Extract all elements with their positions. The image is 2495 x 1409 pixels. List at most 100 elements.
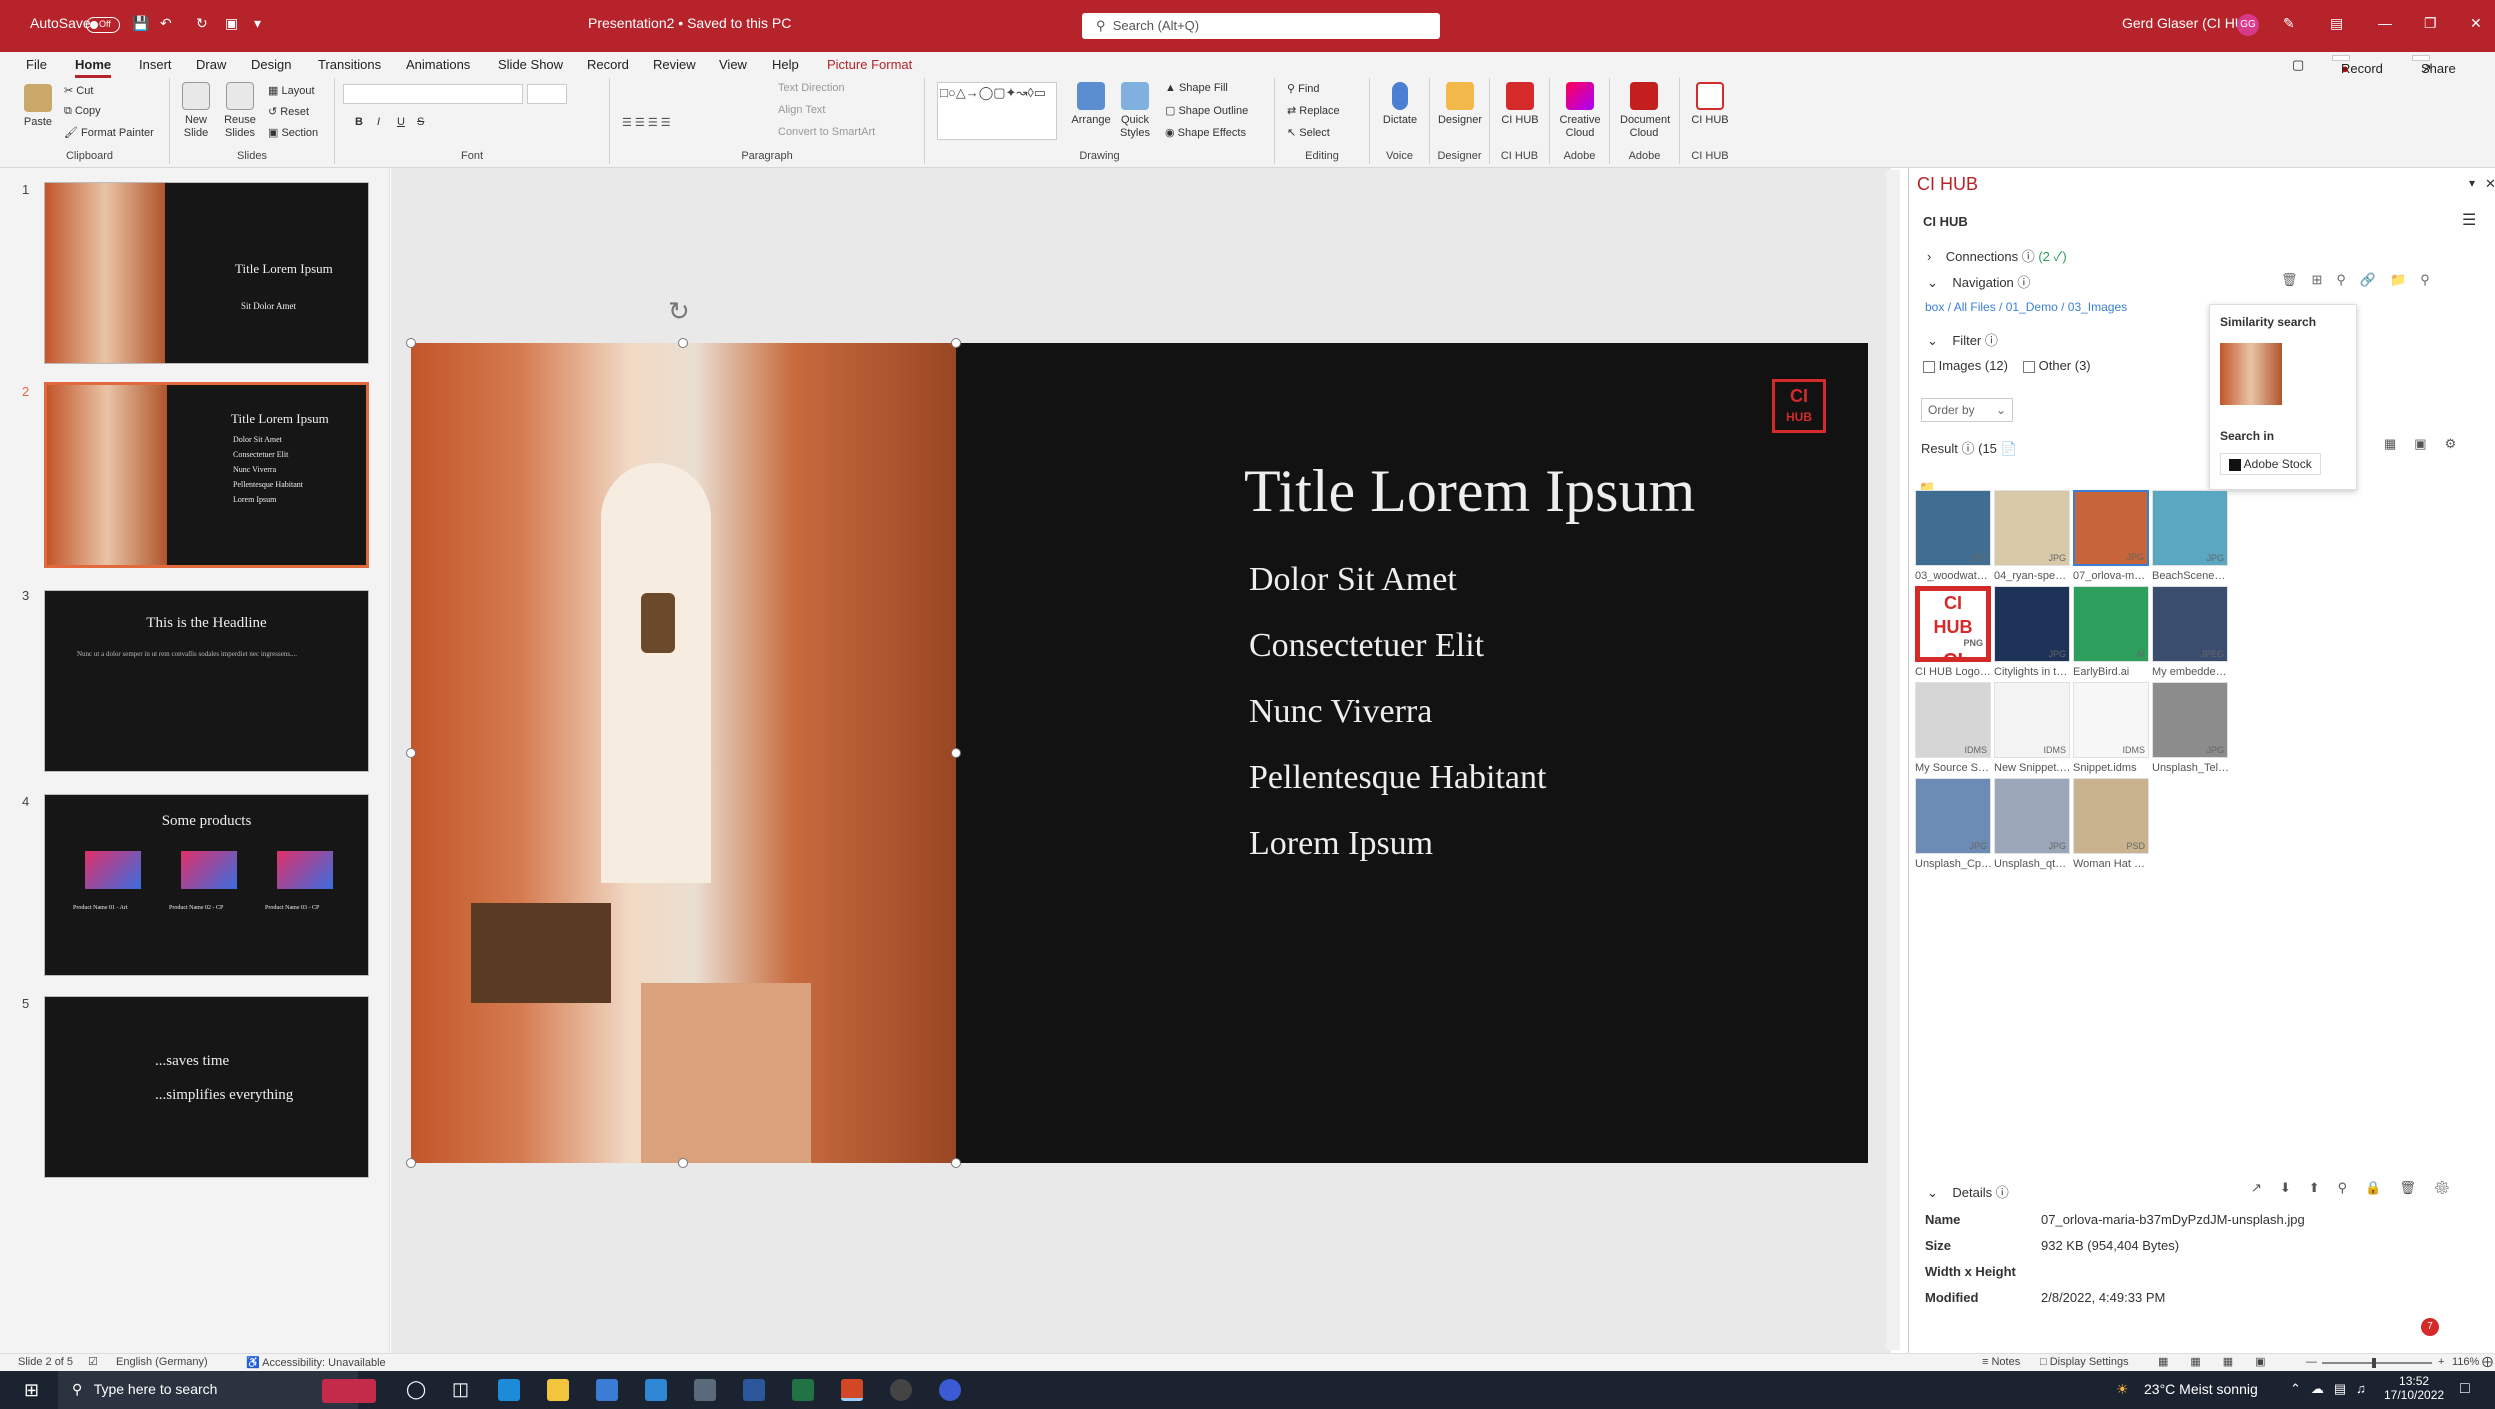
smartart-button[interactable]: Convert to SmartArt <box>778 126 875 138</box>
shapes-gallery[interactable]: □○△→◯▢✦↝◊▭ <box>937 82 1057 140</box>
align-icons[interactable]: ☰ ☰ ☰ ☰ <box>622 116 671 129</box>
shape-effects-button[interactable]: ◉ Shape Effects <box>1165 126 1246 139</box>
weather-text[interactable]: 23°C Meist sonnig <box>2144 1381 2258 1397</box>
fit-slide-icon[interactable]: ⨁ <box>2482 1355 2493 1368</box>
editor-scrollbar[interactable] <box>1886 170 1900 1350</box>
quick-styles-button[interactable]: Quick Styles <box>1111 82 1159 140</box>
tray-icons[interactable]: ⌃☁▤♫ <box>2290 1381 2376 1397</box>
store-icon[interactable] <box>596 1379 618 1401</box>
replace-button[interactable]: ⇄ Replace <box>1287 104 1340 117</box>
slide-thumbnail-4[interactable]: Some products Product Name 01 - Art Prod… <box>44 794 369 976</box>
tab-home[interactable]: Home <box>75 57 112 78</box>
text-direction-button[interactable]: Text Direction <box>778 82 845 94</box>
save-icon[interactable]: 💾 <box>132 15 149 32</box>
clock[interactable]: 13:52 17/10/2022 <box>2384 1374 2444 1402</box>
maximize-icon[interactable]: ❐ <box>2424 15 2437 32</box>
copy-button[interactable]: ⧉ Copy <box>64 105 101 118</box>
tab-animations[interactable]: Animations <box>406 57 470 72</box>
resize-handle[interactable] <box>406 1158 416 1168</box>
arrange-button[interactable]: Arrange <box>1067 82 1115 127</box>
tab-view[interactable]: View <box>719 57 747 72</box>
autosave-toggle[interactable]: Off <box>86 16 120 34</box>
font-size-select[interactable] <box>527 84 567 104</box>
panel-options-icon[interactable]: ▾ <box>2469 176 2475 190</box>
windows-start-icon[interactable]: ⊞ <box>24 1380 39 1401</box>
paste-button[interactable]: Paste <box>14 84 62 129</box>
shape-outline-button[interactable]: ▢ Shape Outline <box>1165 104 1248 117</box>
slide-bullet[interactable]: Lorem Ipsum <box>1249 825 1433 863</box>
tab-record[interactable]: Record <box>587 57 629 72</box>
resize-handle[interactable] <box>406 338 416 348</box>
cut-button[interactable]: ✂ Cut <box>64 84 93 97</box>
redo-icon[interactable]: ↻ <box>196 15 208 32</box>
tab-picture-format[interactable]: Picture Format <box>827 57 912 72</box>
tab-insert[interactable]: Insert <box>139 57 172 72</box>
cihub-taskbar-widget[interactable] <box>322 1379 376 1403</box>
tab-draw[interactable]: Draw <box>196 57 226 72</box>
slide-bullet[interactable]: Consectetuer Elit <box>1249 627 1484 665</box>
slide-bullet[interactable]: Pellentesque Habitant <box>1249 759 1546 797</box>
customize-qat-icon[interactable]: ▾ <box>254 15 261 32</box>
italic-button[interactable]: I <box>377 116 380 128</box>
slide-thumbnail-3[interactable]: This is the Headline Nunc ut a dolor sem… <box>44 590 369 772</box>
shape-fill-button[interactable]: ▲ Shape Fill <box>1165 82 1228 94</box>
navigation-row[interactable]: ⌄ Navigation ⓘ <box>1927 272 2030 291</box>
new-slide-button[interactable]: New Slide <box>172 82 220 140</box>
search-box[interactable]: ⚲ Search (Alt+Q) <box>1082 13 1440 39</box>
zoom-in-icon[interactable]: + <box>2438 1356 2444 1368</box>
chrome-icon[interactable] <box>890 1379 912 1401</box>
resize-handle[interactable] <box>406 748 416 758</box>
asset-tile[interactable]: JPG <box>1994 778 2070 854</box>
pen-icon[interactable]: ✎ <box>2283 15 2295 32</box>
mail-icon[interactable] <box>645 1379 667 1401</box>
underline-button[interactable]: U <box>397 116 405 128</box>
resize-handle[interactable] <box>951 338 961 348</box>
navigation-toolbar[interactable]: 🗑⊞⚲🔗📁⚲ <box>2281 272 2444 288</box>
find-button[interactable]: ⚲ Find <box>1287 82 1320 95</box>
creative-cloud-button[interactable]: Creative Cloud <box>1556 82 1604 140</box>
asset-tile[interactable]: JPG <box>1915 490 1991 566</box>
strikethrough-button[interactable]: S <box>417 116 424 128</box>
details-row[interactable]: ⌄ Details ⓘ <box>1927 1182 2009 1201</box>
asset-tile[interactable]: JPG <box>1994 586 2070 662</box>
notes-button[interactable]: ≡ Notes <box>1982 1356 2020 1368</box>
asset-tile[interactable]: JPG <box>2152 490 2228 566</box>
share-button[interactable]: ↗ Share <box>2412 55 2456 76</box>
rotate-handle-icon[interactable]: ↻ <box>668 296 690 327</box>
tab-file[interactable]: File <box>26 57 47 72</box>
asset-tile[interactable]: JPG <box>2073 490 2149 566</box>
cortana-icon[interactable]: ◯ <box>406 1379 426 1400</box>
designer-button[interactable]: Designer <box>1436 82 1484 127</box>
minimize-icon[interactable]: — <box>2378 15 2392 31</box>
asset-tile[interactable]: IDMS <box>2073 682 2149 758</box>
section-button[interactable]: ▣ Section <box>268 126 318 139</box>
asset-tile[interactable]: JPG <box>1994 490 2070 566</box>
record-button[interactable]: ● Record <box>2332 55 2383 76</box>
asset-tile[interactable]: JPG <box>1915 778 1991 854</box>
slide-thumbnail-2[interactable]: Title Lorem Ipsum Dolor Sit Amet Consect… <box>44 382 369 568</box>
layout-button[interactable]: ▦ Layout <box>268 84 315 97</box>
avatar[interactable]: GG <box>2237 14 2259 36</box>
resize-handle[interactable] <box>951 1158 961 1168</box>
asset-tile[interactable]: JPEG <box>2152 586 2228 662</box>
cihub-ribbon-button[interactable]: CI HUB <box>1496 82 1544 127</box>
document-cloud-button[interactable]: Document Cloud <box>1620 82 1670 140</box>
tab-help[interactable]: Help <box>772 57 799 72</box>
asset-tile[interactable]: IDMS <box>1994 682 2070 758</box>
comments-icon[interactable]: ▢ <box>2292 57 2304 73</box>
format-painter-button[interactable]: 🖌 Format Painter <box>64 126 154 139</box>
slide-bullet[interactable]: Dolor Sit Amet <box>1249 561 1457 599</box>
breadcrumb[interactable]: box / All Files / 01_Demo / 03_Images <box>1925 300 2127 314</box>
reset-button[interactable]: ↺ Reset <box>268 105 309 118</box>
resize-handle[interactable] <box>951 748 961 758</box>
align-text-button[interactable]: Align Text <box>778 104 826 116</box>
tab-design[interactable]: Design <box>251 57 291 72</box>
panel-close-icon[interactable]: ✕ <box>2485 176 2495 192</box>
notification-badge[interactable]: 7 <box>2421 1318 2439 1336</box>
resize-handle[interactable] <box>678 1158 688 1168</box>
word-icon[interactable] <box>743 1379 765 1401</box>
language[interactable]: English (Germany) <box>116 1356 208 1368</box>
slide-title[interactable]: Title Lorem Ipsum <box>1244 457 1695 526</box>
slide-photo[interactable] <box>411 343 956 1163</box>
weather-icon[interactable]: ☀ <box>2116 1381 2129 1398</box>
